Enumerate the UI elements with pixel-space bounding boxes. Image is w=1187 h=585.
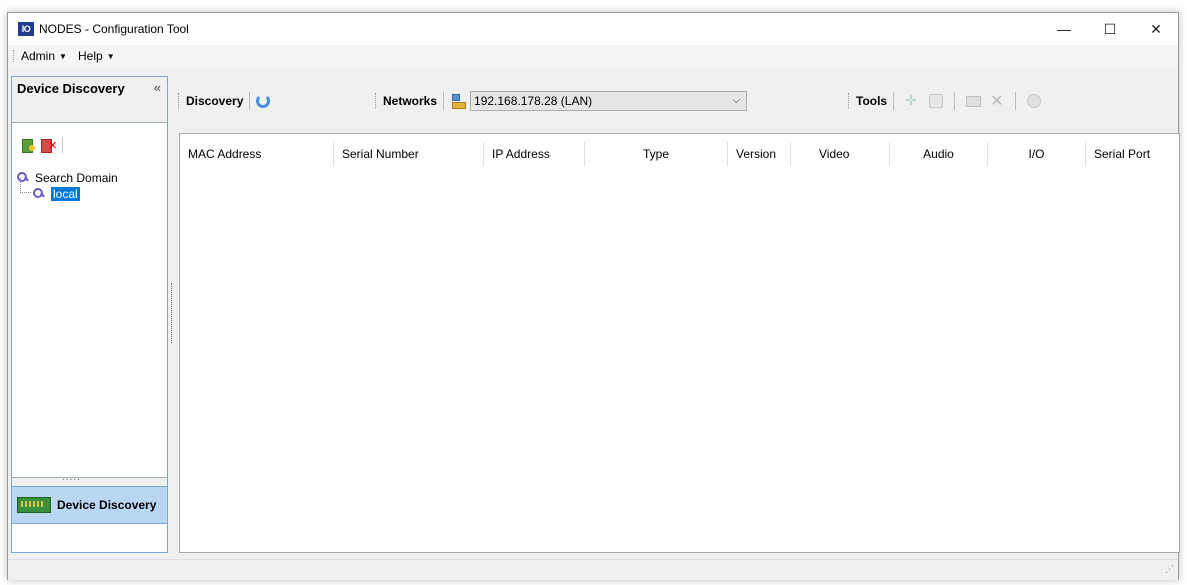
column-header-serial-port[interactable]: Serial Port bbox=[1086, 142, 1179, 166]
maximize-button[interactable]: ☐ bbox=[1087, 13, 1133, 45]
networks-label: Networks bbox=[383, 94, 438, 108]
panel-splitter[interactable] bbox=[12, 472, 167, 486]
column-header-serial-number[interactable]: Serial Number bbox=[334, 142, 484, 166]
key-icon bbox=[33, 188, 45, 200]
search-domain-tree: Search Domain local bbox=[17, 170, 118, 202]
tree-item-label: Search Domain bbox=[35, 171, 118, 185]
minimize-button[interactable]: — bbox=[1041, 13, 1087, 45]
title-bar: IO NODES - Configuration Tool — ☐ ✕ bbox=[8, 13, 1178, 45]
globe-icon[interactable] bbox=[1026, 93, 1042, 109]
column-header-video[interactable]: Video bbox=[791, 142, 890, 166]
panel-title: Device Discovery bbox=[17, 81, 125, 96]
network-select[interactable]: 192.168.178.28 (LAN) ⌵ bbox=[470, 91, 748, 111]
column-header-version[interactable]: Version bbox=[728, 142, 791, 166]
panel-header: Device Discovery « bbox=[12, 77, 167, 123]
toolbar-separator bbox=[62, 137, 63, 153]
menu-admin-label: Admin bbox=[21, 49, 56, 63]
web-interface-icon[interactable] bbox=[965, 93, 982, 109]
toolbar-separator bbox=[249, 92, 251, 110]
menu-bar: Admin ▼ Help ▼ bbox=[8, 45, 1178, 67]
tree-item-local[interactable]: local bbox=[20, 178, 118, 202]
menu-help[interactable]: Help ▼ bbox=[78, 49, 115, 63]
app-window: IO NODES - Configuration Tool — ☐ ✕ Admi… bbox=[7, 12, 1180, 580]
window-title: NODES - Configuration Tool bbox=[39, 22, 189, 36]
device-discovery-panel: Device Discovery « Search Domain local D… bbox=[11, 76, 168, 553]
toolstrip-grip bbox=[178, 93, 181, 109]
column-header-type[interactable]: Type bbox=[585, 142, 728, 166]
tools-wrench-icon[interactable] bbox=[989, 91, 1005, 111]
column-header-audio[interactable]: Audio bbox=[890, 142, 988, 166]
column-header-mac-address[interactable]: MAC Address bbox=[180, 142, 334, 166]
vertical-splitter[interactable] bbox=[171, 283, 174, 343]
status-bar: ⋰ bbox=[8, 559, 1178, 580]
close-button[interactable]: ✕ bbox=[1133, 13, 1179, 45]
network-card-icon bbox=[17, 497, 51, 513]
table-header: MAC Address Serial Number IP Address Typ… bbox=[180, 142, 1179, 166]
refresh-icon[interactable] bbox=[256, 94, 271, 108]
discovery-group: Discovery bbox=[178, 90, 271, 112]
tree-item-search-domain[interactable]: Search Domain bbox=[17, 170, 118, 186]
reset-icon[interactable] bbox=[928, 93, 944, 109]
add-device-icon[interactable] bbox=[904, 92, 920, 109]
nav-device-discovery[interactable]: Device Discovery bbox=[12, 486, 167, 524]
toolbar-separator bbox=[954, 92, 956, 110]
menu-admin[interactable]: Admin ▼ bbox=[21, 49, 67, 63]
nav-label: Device Discovery bbox=[57, 498, 157, 512]
remove-server-icon[interactable] bbox=[40, 137, 57, 153]
discovery-label: Discovery bbox=[186, 94, 244, 108]
app-logo-icon: IO bbox=[18, 22, 34, 36]
network-icon bbox=[450, 93, 467, 109]
column-header-ip-address[interactable]: IP Address bbox=[484, 142, 585, 166]
toolbar-separator bbox=[893, 92, 895, 110]
column-header-io[interactable]: I/O bbox=[988, 142, 1086, 166]
tools-label: Tools bbox=[856, 94, 888, 108]
chevron-down-icon: ⌵ bbox=[732, 95, 741, 106]
main-toolstrip: Discovery Networks 192.168.178.28 (LAN) … bbox=[178, 83, 1180, 117]
tree-item-label: local bbox=[51, 187, 80, 201]
panel-toolbar bbox=[20, 137, 63, 155]
toolbar-separator bbox=[443, 92, 445, 110]
add-server-icon[interactable] bbox=[20, 137, 36, 153]
networks-group: Networks 192.168.178.28 (LAN) ⌵ bbox=[375, 90, 748, 112]
network-select-value: 192.168.178.28 (LAN) bbox=[474, 94, 593, 108]
menu-help-label: Help bbox=[78, 49, 103, 63]
toolstrip-grip bbox=[848, 93, 851, 109]
resize-grip-icon[interactable]: ⋰ bbox=[1165, 564, 1174, 575]
collapse-panel-icon[interactable]: « bbox=[154, 80, 161, 95]
caret-down-icon: ▼ bbox=[59, 52, 67, 61]
toolstrip-grip bbox=[375, 93, 378, 109]
device-table: MAC Address Serial Number IP Address Typ… bbox=[179, 133, 1180, 553]
tree-connector bbox=[20, 178, 31, 193]
menu-grip bbox=[13, 50, 16, 62]
caret-down-icon: ▼ bbox=[106, 52, 115, 61]
toolbar-separator bbox=[1015, 92, 1017, 110]
tools-group: Tools bbox=[848, 90, 1046, 112]
